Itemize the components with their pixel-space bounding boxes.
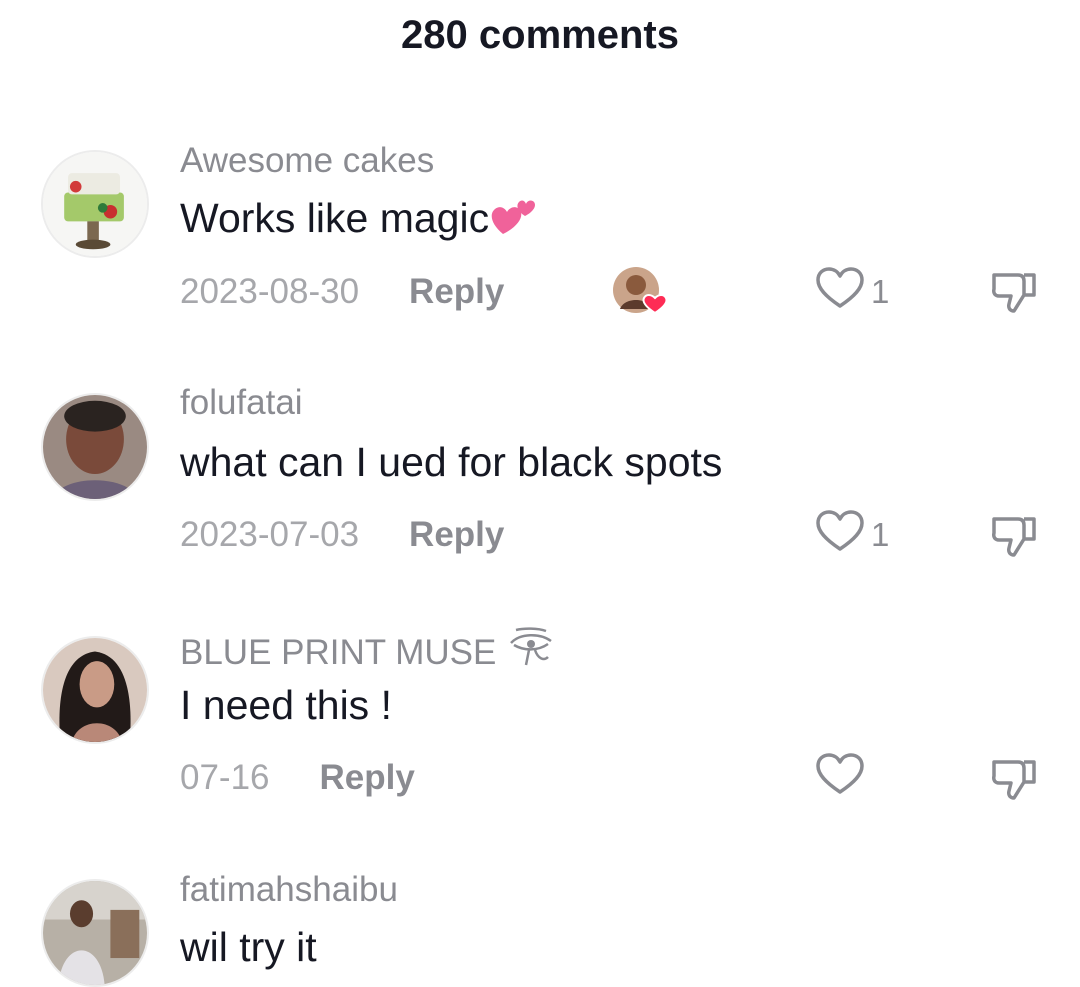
like-button[interactable] <box>815 752 871 804</box>
comment-meta: 2023-08-30 Reply <box>180 268 504 316</box>
comment-date: 07-16 <box>180 758 270 797</box>
comment-date: 2023-07-03 <box>180 515 360 554</box>
dislike-button[interactable] <box>988 752 1040 804</box>
thumbs-down-icon <box>992 273 1036 313</box>
reply-button[interactable]: Reply <box>320 758 415 798</box>
avatar[interactable] <box>41 393 149 501</box>
comment-text: Works like magic <box>180 194 539 248</box>
heart-icon <box>815 266 865 318</box>
avatar[interactable] <box>41 636 149 744</box>
comment-item: BLUE PRINT MUSE I need this ! 07-16 Repl… <box>0 620 1080 820</box>
avatar[interactable] <box>41 150 149 258</box>
thumbs-down-icon <box>992 760 1036 800</box>
comment-username[interactable]: BLUE PRINT MUSE <box>180 627 554 678</box>
comment-username[interactable]: Awesome cakes <box>180 141 434 181</box>
reply-button[interactable]: Reply <box>409 272 504 312</box>
comment-text: wil try it <box>180 924 317 970</box>
comment-text: what can I ued for black spots <box>180 439 723 485</box>
liked-by-creator-avatar <box>612 265 670 315</box>
comment-meta: 2023-07-03 Reply <box>180 511 504 559</box>
like-count: 1 <box>871 273 890 310</box>
like-count: 1 <box>871 516 890 553</box>
heart-icon <box>815 752 865 804</box>
heart-icon <box>815 509 865 561</box>
comment-text: I need this ! <box>180 682 392 728</box>
like-button[interactable]: 1 <box>815 266 890 318</box>
comment-date: 2023-08-30 <box>180 272 360 311</box>
dislike-button[interactable] <box>988 509 1040 561</box>
thumbs-down-icon <box>992 517 1036 557</box>
avatar[interactable] <box>41 879 149 987</box>
two-hearts-emoji <box>489 194 539 248</box>
like-button[interactable]: 1 <box>815 509 890 561</box>
dislike-button[interactable] <box>988 265 1040 317</box>
eye-of-horus-icon <box>508 627 554 678</box>
comment-username[interactable]: fatimahshaibu <box>180 870 398 910</box>
comment-meta: 07-16 Reply <box>180 754 415 802</box>
reply-button[interactable]: Reply <box>409 515 504 555</box>
comment-username[interactable]: folufatai <box>180 383 303 423</box>
comments-count-title: 280 comments <box>401 13 679 57</box>
comment-item: fatimahshaibu wil try it <box>0 862 1080 987</box>
comment-item: folufatai what can I ued for black spots… <box>0 380 1080 580</box>
comment-item: Awesome cakes Works like magic 2023-08-3… <box>0 135 1080 335</box>
